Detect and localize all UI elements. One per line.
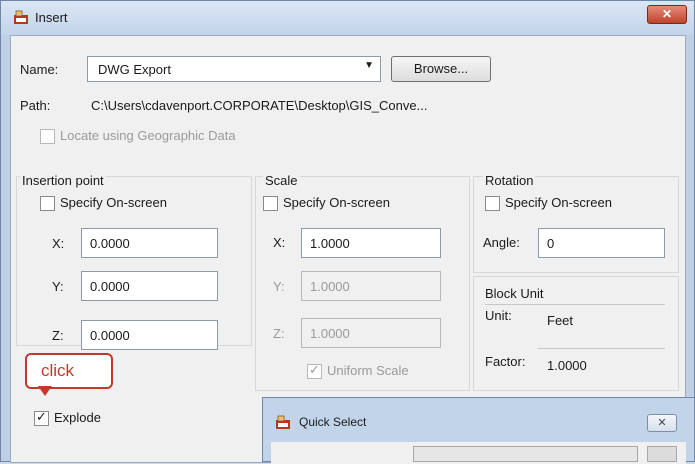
explode-checkbox[interactable]: ✓ [34,409,49,426]
insert-dialog: Insert ✕ Name: DWG Export ▼ Browse... Pa… [0,0,695,463]
block-unit-title: Block Unit [485,286,544,301]
rotation-specify-checkbox[interactable] [485,196,500,211]
checkmark-icon: ✓ [36,409,47,424]
scale-z-value: 1.0000 [310,326,350,341]
callout-text: click [41,361,75,380]
insertion-y-value: 0.0000 [90,279,130,294]
insertion-x-label: X: [52,236,65,251]
title-bar[interactable]: Insert ✕ [1,1,694,35]
uniform-scale-label: Uniform Scale [327,363,409,378]
browse-button[interactable]: Browse... [391,56,491,82]
quick-select-close-button[interactable]: ✕ [647,414,677,432]
angle-value: 0 [547,236,555,251]
unit-label: Unit: [485,308,512,323]
autocad-app-icon [276,415,290,429]
insertion-specify-label: Specify On-screen [60,195,167,210]
callout-pointer [38,386,52,396]
angle-input[interactable]: 0 [538,228,665,258]
path-label: Path: [20,98,51,113]
quick-select-field-button[interactable] [647,446,677,462]
quick-select-field[interactable] [413,446,638,462]
insertion-z-label: Z: [52,328,64,343]
scale-z-label: Z: [273,326,285,341]
scale-y-input[interactable]: 1.0000 [301,271,441,301]
quick-select-window: Quick Select ✕ [262,397,695,464]
scale-x-input[interactable]: 1.0000 [301,228,441,258]
rotation-specify-label: Specify On-screen [505,195,612,210]
insertion-z-input[interactable]: 0.0000 [81,320,218,350]
name-combobox[interactable]: DWG Export ▼ [87,56,381,82]
rotation-title: Rotation [483,173,536,188]
scale-y-label: Y: [273,279,285,294]
factor-value: 1.0000 [547,358,587,373]
insertion-y-input[interactable]: 0.0000 [81,271,218,301]
scale-y-value: 1.0000 [310,279,350,294]
scale-specify-label: Specify On-screen [283,195,390,210]
path-value: C:\Users\cdavenport.CORPORATE\Desktop\GI… [91,98,428,113]
scale-title: Scale [263,173,300,188]
insertion-specify-checkbox[interactable] [40,196,55,211]
insertion-point-title: Insertion point [20,173,106,188]
chevron-down-icon[interactable]: ▼ [364,60,374,71]
name-label: Name: [20,62,59,77]
name-value: DWG Export [98,62,171,77]
explode-label: Explode [54,410,101,425]
close-button[interactable]: ✕ [647,5,687,24]
scale-z-input[interactable]: 1.0000 [301,318,441,348]
scale-x-value: 1.0000 [310,236,350,251]
click-callout: click [25,353,113,389]
rotation-group [473,176,679,273]
autocad-app-icon [14,10,28,24]
checkmark-icon: ✓ [309,362,320,377]
unit-value: Feet [547,313,574,328]
angle-label: Angle: [483,235,520,250]
quick-select-title: Quick Select [299,415,367,429]
insertion-x-value: 0.0000 [90,236,130,251]
scale-x-label: X: [273,235,286,250]
uniform-scale-checkbox[interactable]: ✓ [307,362,322,379]
factor-label: Factor: [485,354,526,369]
block-unit-divider [485,304,665,305]
scale-specify-checkbox[interactable] [263,196,278,211]
locate-checkbox[interactable] [40,129,55,144]
window-title: Insert [35,10,68,25]
insertion-y-label: Y: [52,279,64,294]
insertion-z-value: 0.0000 [90,328,130,343]
insertion-x-input[interactable]: 0.0000 [81,228,218,258]
factor-divider [538,348,665,349]
locate-label: Locate using Geographic Data [60,128,236,143]
